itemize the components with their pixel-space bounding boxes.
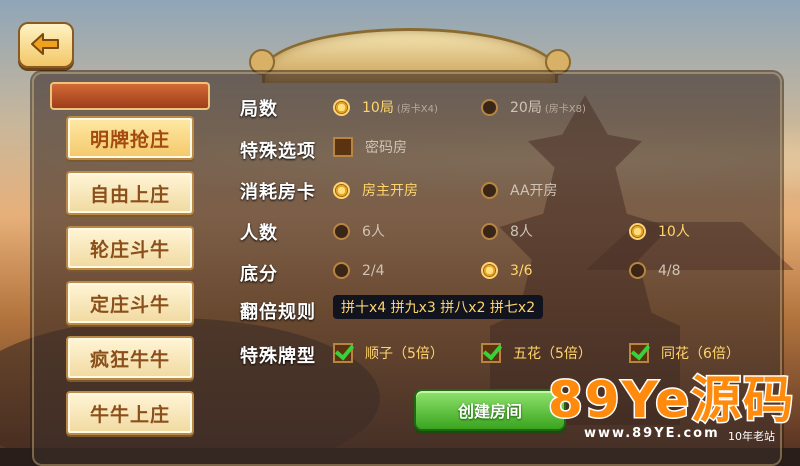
radio-selected (333, 98, 350, 116)
option-subtext: (房卡X8) (544, 103, 586, 115)
mode-tab-dingzhuang-douniu[interactable]: 定庄斗牛 (66, 281, 194, 325)
watermark-logo-text: 89Ye源码 (546, 371, 796, 429)
radio-selected (481, 262, 498, 279)
checkbox-checked-icon (333, 343, 353, 363)
players-option-6[interactable]: 6人 (333, 221, 385, 241)
checkbox-checked-icon (629, 343, 649, 363)
game-mode-list: 明牌抢庄 自由上庄 轮庄斗牛 定庄斗牛 疯狂牛牛 牛牛上庄 (66, 116, 196, 446)
option-text: 10人 (658, 224, 690, 240)
room-card-option-aa[interactable]: AA开房 (481, 180, 558, 200)
option-text: 房主开房 (362, 183, 418, 199)
radio-selected (629, 222, 646, 240)
option-text: 五花（5倍） (513, 346, 592, 362)
base-score-label: 底分 (240, 264, 278, 285)
radio-unselected (481, 181, 498, 199)
option-text: 密码房 (365, 140, 407, 156)
password-room-checkbox[interactable]: 密码房 (333, 137, 407, 157)
radio-unselected (333, 262, 350, 279)
players-option-10[interactable]: 10人 (629, 221, 690, 241)
mode-tab-mingpai-qiangzhuang[interactable]: 明牌抢庄 (66, 116, 194, 160)
back-button[interactable] (18, 22, 74, 68)
watermark-tag: 10年老站 (728, 430, 775, 443)
multiplier-rules-label: 翻倍规则 (240, 302, 316, 323)
mode-tab-niuniu-shangzhuang[interactable]: 牛牛上庄 (66, 391, 194, 435)
special-options-label: 特殊选项 (240, 141, 316, 162)
special-card-wuhua-checkbox[interactable]: 五花（5倍） (481, 343, 592, 363)
mode-tab-fengkuang-niuniu[interactable]: 疯狂牛牛 (66, 336, 194, 380)
back-arrow-icon (31, 33, 59, 55)
radio-selected (333, 181, 350, 199)
option-text: 同花（6倍） (661, 346, 740, 362)
mode-category-banner (50, 82, 210, 110)
base-score-option-3-6[interactable]: 3/6 (481, 262, 533, 279)
option-text: 6人 (362, 224, 385, 240)
rounds-option-20[interactable]: 20局 (房卡X8) (481, 97, 586, 117)
players-option-8[interactable]: 8人 (481, 221, 533, 241)
room-card-option-owner[interactable]: 房主开房 (333, 180, 418, 200)
special-cards-label: 特殊牌型 (240, 346, 316, 367)
radio-unselected (481, 98, 498, 116)
room-card-label: 消耗房卡 (240, 182, 316, 203)
watermark-url: www.89YE.com (584, 426, 720, 441)
radio-unselected (629, 262, 646, 279)
checkbox-checked-icon (481, 343, 501, 363)
option-text: 2/4 (362, 262, 385, 279)
option-text: AA开房 (510, 183, 558, 199)
special-card-straight-checkbox[interactable]: 顺子（5倍） (333, 343, 444, 363)
option-text: 10局 (362, 100, 394, 116)
base-score-option-4-8[interactable]: 4/8 (629, 262, 681, 279)
multiplier-rules-value: 拼十x4 拼九x3 拼八x2 拼七x2 (333, 295, 544, 319)
base-score-option-2-4[interactable]: 2/4 (333, 262, 385, 279)
radio-unselected (481, 222, 498, 240)
checkbox-unchecked (333, 137, 353, 157)
option-text: 20局 (510, 100, 542, 116)
option-text: 3/6 (510, 262, 533, 279)
radio-unselected (333, 222, 350, 240)
players-label: 人数 (240, 223, 278, 244)
create-room-button[interactable]: 创建房间 (414, 389, 566, 431)
option-text: 8人 (510, 224, 533, 240)
option-subtext: (房卡X4) (396, 103, 438, 115)
mode-tab-ziyou-shangzhuang[interactable]: 自由上庄 (66, 171, 194, 215)
option-text: 顺子（5倍） (365, 346, 444, 362)
special-card-flush-checkbox[interactable]: 同花（6倍） (629, 343, 740, 363)
watermark: 89Ye源码 www.89YE.com 10年老站 (546, 371, 800, 448)
rounds-option-10[interactable]: 10局 (房卡X4) (333, 97, 438, 117)
mode-tab-lunzhuang-douniu[interactable]: 轮庄斗牛 (66, 226, 194, 270)
option-text: 4/8 (658, 262, 681, 279)
rounds-label: 局数 (240, 99, 278, 120)
